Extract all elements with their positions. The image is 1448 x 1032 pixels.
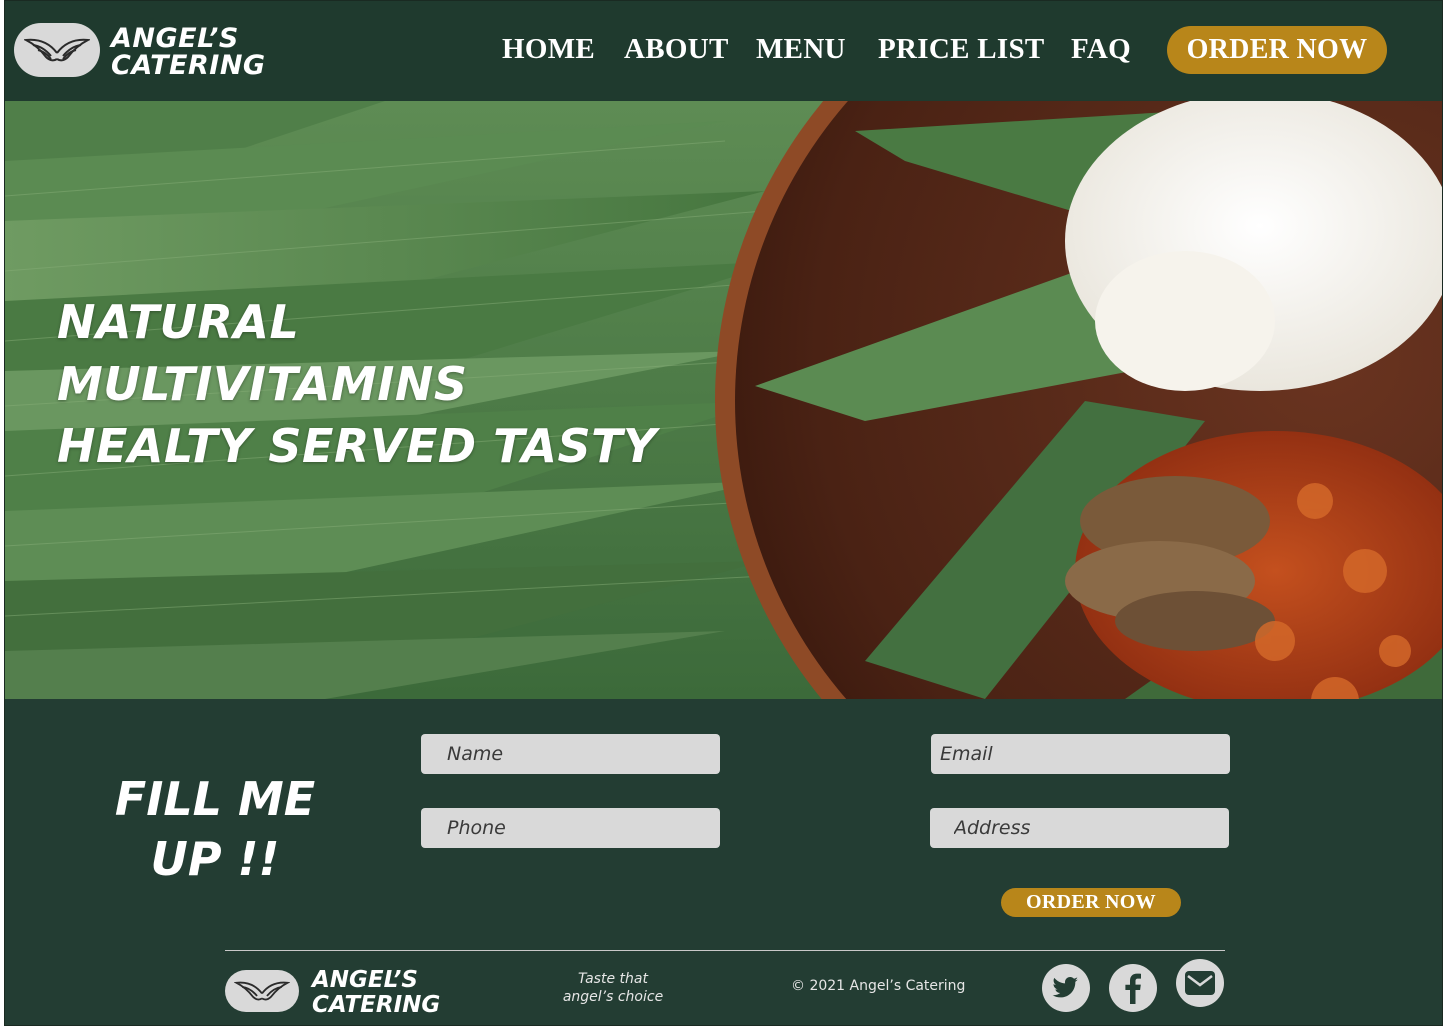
nav-faq[interactable]: FAQ [1071,33,1131,66]
name-field[interactable] [421,734,720,774]
facebook-button[interactable] [1109,964,1157,1012]
wings-logo-icon [234,981,290,1001]
footer-logo[interactable] [225,970,299,1012]
order-now-button[interactable]: ORDER NOW [1167,26,1387,74]
footer-divider [225,950,1225,951]
form-title: FILL ME UP !! [100,769,330,889]
copyright-text: © 2021 Angel’s Catering [791,978,966,994]
tagline-line-2: angel’s choice [562,989,664,1005]
hero-headline: NATURAL MULTIVITAMINS HEALTY SERVED TAST… [57,291,657,477]
email-icon [1185,971,1215,995]
submit-order-button[interactable]: ORDER NOW [1001,888,1181,917]
hero-line-3: HEALTY SERVED TASTY [57,419,657,473]
footer-tagline: Taste that angel’s choice [553,970,673,1006]
email-field[interactable] [931,734,1230,774]
logo[interactable] [14,23,100,77]
brand-line-2: CATERING [111,50,266,81]
twitter-button[interactable] [1042,964,1090,1012]
footer-brand-line-1: ANGEL’S [312,967,418,993]
footer-brand-name: ANGEL’S CATERING [312,968,440,1018]
nav-home[interactable]: HOME [502,33,595,66]
footer-brand-line-2: CATERING [312,992,441,1018]
brand-line-1: ANGEL’S [111,23,239,54]
nav-menu[interactable]: MENU [756,33,846,66]
twitter-icon [1052,977,1078,998]
address-field[interactable] [930,808,1229,848]
email-button[interactable] [1176,959,1224,1007]
phone-field[interactable] [421,808,720,848]
hero-line-1: NATURAL [57,295,300,349]
wings-logo-icon [24,38,90,62]
brand-name: ANGEL’S CATERING [111,25,266,79]
facebook-icon [1125,973,1141,1004]
page-frame: ANGEL’S CATERING HOME ABOUT MENU PRICE L… [4,0,1443,1026]
hero-line-2: MULTIVITAMINS [57,357,468,411]
nav-price-list[interactable]: PRICE LIST [878,33,1045,66]
tagline-line-1: Taste that [578,971,648,987]
header: ANGEL’S CATERING HOME ABOUT MENU PRICE L… [5,1,1442,101]
form-title-line-1: FILL ME [114,772,316,826]
nav-about[interactable]: ABOUT [624,33,729,66]
hero-banner: NATURAL MULTIVITAMINS HEALTY SERVED TAST… [5,101,1442,699]
form-title-line-2: UP !! [150,832,280,886]
